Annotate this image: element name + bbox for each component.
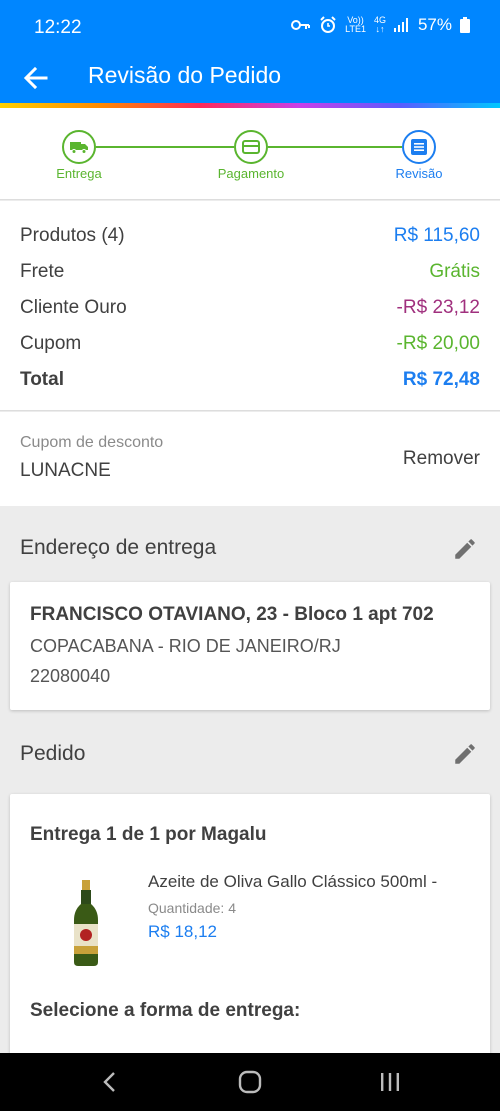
volte-bottom-text: LTE1 <box>345 24 366 34</box>
nav-home-icon[interactable] <box>236 1069 264 1095</box>
page-title: Revisão do Pedido <box>88 62 282 88</box>
summary-value: -R$ 23,12 <box>396 297 480 318</box>
coupon-code: LUNACNE <box>20 460 111 481</box>
product-name[interactable]: Azeite de Oliva Gallo Clássico 500ml - <box>148 872 437 892</box>
step-review[interactable] <box>402 130 436 164</box>
summary-value: R$ 72,48 <box>402 369 480 390</box>
system-nav-bar <box>0 1053 500 1111</box>
remove-coupon-button[interactable]: Remover <box>403 448 480 470</box>
list-icon <box>411 139 427 155</box>
coupon-label: Cupom de desconto <box>20 434 164 451</box>
summary-label: Total <box>20 369 64 390</box>
delivery-title: Entrega 1 de 1 por Magalu <box>30 824 267 845</box>
olive-oil-bottle-image <box>74 880 98 966</box>
summary-row-products: Produtos (4) R$ 115,60 <box>20 221 480 251</box>
edit-address-pencil-icon[interactable] <box>452 536 478 562</box>
status-icons: Vo)) LTE1 4G ↓↑ 57% <box>291 15 470 35</box>
step-label-review: Revisão <box>395 166 443 181</box>
alarm-icon <box>320 16 336 33</box>
quantity-value: 4 <box>228 900 236 916</box>
volte-indicator: Vo)) LTE1 <box>345 16 366 34</box>
address-section-title: Endereço de entrega <box>20 536 217 559</box>
checkout-stepper: Entrega Pagamento Revisão <box>0 108 500 200</box>
order-section-title: Pedido <box>20 742 86 765</box>
order-card: Entrega 1 de 1 por Magalu Azeite de Oliv… <box>10 794 490 1064</box>
signal-icon <box>393 18 408 32</box>
status-time: 12:22 <box>34 17 82 38</box>
battery-percent: 57% <box>417 15 452 34</box>
summary-row-gold-client: Cliente Ouro -R$ 23,12 <box>20 293 480 323</box>
network-arrows-text: ↓↑ <box>375 24 385 34</box>
quantity-label: Quantidade: <box>148 900 225 916</box>
summary-row-total: Total R$ 72,48 <box>20 365 480 395</box>
nav-recents-icon[interactable] <box>376 1069 404 1095</box>
key-icon <box>291 20 311 30</box>
summary-label: Produtos (4) <box>20 225 125 246</box>
back-arrow-icon[interactable] <box>20 62 52 94</box>
address-city: COPACABANA - RIO DE JANEIRO/RJ <box>30 636 341 656</box>
select-delivery-heading: Selecione a forma de entrega: <box>30 1000 301 1021</box>
summary-row-shipping: Frete Grátis <box>20 257 480 287</box>
summary-row-coupon: Cupom -R$ 20,00 <box>20 329 480 359</box>
step-label-payment: Pagamento <box>217 166 285 181</box>
summary-label: Cliente Ouro <box>20 297 127 318</box>
step-payment[interactable] <box>234 130 268 164</box>
network-indicator: 4G ↓↑ <box>374 16 386 34</box>
address-zip: 22080040 <box>30 666 111 686</box>
summary-value: -R$ 20,00 <box>396 333 480 354</box>
address-street: FRANCISCO OTAVIANO, 23 - Bloco 1 apt 702 <box>30 604 434 625</box>
product-quantity: Quantidade: 4 <box>148 900 236 916</box>
coupon-section: Cupom de desconto LUNACNE Remover <box>0 412 500 506</box>
status-bar: 12:22 Vo)) LTE1 4G ↓↑ 57% <box>0 0 500 54</box>
card-icon <box>242 140 260 154</box>
address-card[interactable]: FRANCISCO OTAVIANO, 23 - Bloco 1 apt 702… <box>10 582 490 710</box>
order-summary: Produtos (4) R$ 115,60 Frete Grátis Clie… <box>0 201 500 411</box>
battery-icon <box>460 17 470 33</box>
step-connector-1 <box>96 146 234 148</box>
summary-value: R$ 115,60 <box>393 225 480 246</box>
app-bar: Revisão do Pedido <box>0 54 500 104</box>
summary-value: Grátis <box>429 261 480 282</box>
product-price: R$ 18,12 <box>148 922 217 941</box>
truck-icon <box>70 142 88 154</box>
nav-back-icon[interactable] <box>96 1069 124 1095</box>
step-connector-2 <box>268 146 402 148</box>
summary-label: Cupom <box>20 333 82 354</box>
edit-order-pencil-icon[interactable] <box>452 741 478 767</box>
summary-label: Frete <box>20 261 65 282</box>
step-label-delivery: Entrega <box>56 166 102 181</box>
step-delivery[interactable] <box>62 130 96 164</box>
